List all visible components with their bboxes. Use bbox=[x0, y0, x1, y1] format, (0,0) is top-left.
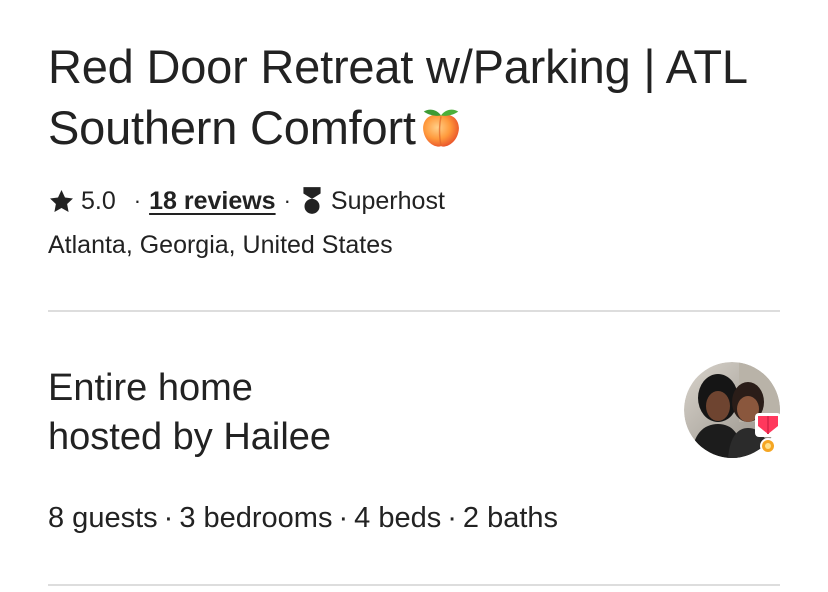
listing-meta-row: 5.0 · 18 reviews · Superhost bbox=[48, 184, 445, 218]
listing-location[interactable]: Atlanta, Georgia, United States bbox=[48, 228, 393, 262]
superhost-medal-icon bbox=[755, 413, 781, 454]
peach-emoji-icon bbox=[422, 109, 459, 147]
reviews-link[interactable]: 18 reviews bbox=[149, 187, 276, 216]
listing-title: Red Door Retreat w/Parking | ATL Souther… bbox=[48, 36, 788, 158]
host-avatar-wrap[interactable] bbox=[684, 362, 781, 458]
guests-count: 8 guests bbox=[48, 502, 158, 534]
bedrooms-count: 3 bedrooms bbox=[179, 502, 333, 534]
host-heading-line2: hosted by Hailee bbox=[48, 416, 332, 458]
superhost-icon bbox=[303, 187, 321, 214]
host-heading-line1: Entire home bbox=[48, 367, 253, 409]
baths-count: 2 baths bbox=[462, 502, 559, 534]
superhost-label: Superhost bbox=[330, 186, 445, 215]
beds-count: 4 beds bbox=[354, 502, 442, 534]
listing-title-text: Red Door Retreat w/Parking | ATL Souther… bbox=[48, 40, 747, 154]
capacity-separator: · bbox=[163, 502, 174, 534]
meta-separator: · bbox=[283, 188, 291, 213]
meta-separator: · bbox=[133, 188, 142, 213]
star-icon bbox=[50, 189, 73, 212]
rating-value: 5.0 bbox=[81, 186, 116, 215]
capacity-separator: · bbox=[338, 502, 349, 534]
section-divider bbox=[48, 584, 780, 586]
section-divider bbox=[48, 310, 780, 312]
host-heading: Entire home hosted by Hailee bbox=[48, 364, 608, 462]
capacity-separator: · bbox=[447, 502, 457, 534]
capacity-summary: 8 guests · 3 bedrooms · 4 beds · 2 baths bbox=[48, 500, 558, 536]
